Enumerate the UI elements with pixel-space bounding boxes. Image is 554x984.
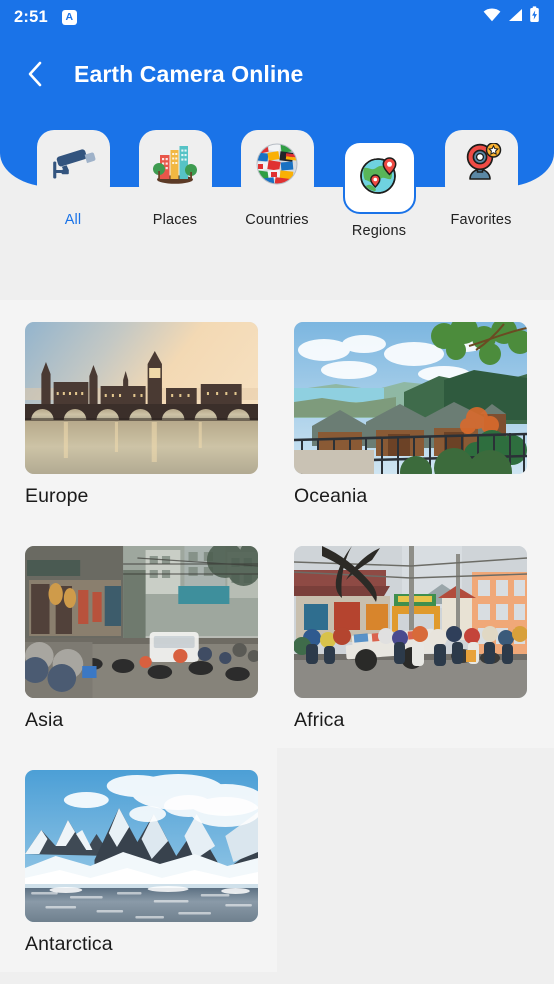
tab-places[interactable]: Places <box>124 130 226 250</box>
tab-regions[interactable]: Regions <box>328 130 430 250</box>
region-label-europe: Europe <box>25 485 89 507</box>
status-time: 2:51 <box>14 7 48 26</box>
cityscape-icon <box>152 143 198 190</box>
tab-favorites-label: Favorites <box>450 212 512 228</box>
region-label-asia: Asia <box>25 709 64 731</box>
app-bar: Earth Camera Online <box>0 44 554 104</box>
region-card-antarctica[interactable]: Antarctica <box>0 748 277 972</box>
webcam-star-icon <box>459 142 503 190</box>
flags-globe-icon <box>256 143 298 190</box>
chevron-left-icon <box>27 61 42 87</box>
wifi-icon <box>483 8 501 27</box>
region-grid: Europe Oceania Asia Africa Antarctica <box>0 300 554 984</box>
tab-all-label: All <box>64 212 82 228</box>
region-card-europe[interactable]: Europe <box>0 300 277 524</box>
tab-countries-card[interactable] <box>240 130 314 203</box>
tab-favorites[interactable]: Favorites <box>430 130 532 250</box>
tab-all-card[interactable] <box>36 130 110 203</box>
region-card-asia[interactable]: Asia <box>0 524 277 748</box>
tab-countries[interactable]: Countries <box>226 130 328 250</box>
tab-regions-label: Regions <box>351 223 407 239</box>
region-grid-empty-slot <box>277 748 554 972</box>
region-image-oceania <box>294 322 527 474</box>
battery-charging-icon <box>529 6 540 28</box>
region-card-oceania[interactable]: Oceania <box>277 300 554 524</box>
region-label-africa: Africa <box>294 709 345 731</box>
tab-regions-card[interactable] <box>342 141 416 214</box>
region-image-africa <box>294 546 527 698</box>
globe-pin-icon <box>358 154 400 201</box>
tab-favorites-card[interactable] <box>444 130 518 203</box>
category-tab-bar: All Places Countries Regions Favorites <box>0 130 554 250</box>
status-icons <box>483 6 540 28</box>
region-image-antarctica <box>25 770 258 922</box>
tab-places-card[interactable] <box>138 130 212 203</box>
status-bar: 2:51 A <box>0 0 554 34</box>
region-image-europe <box>25 322 258 474</box>
cctv-camera-icon <box>50 144 96 189</box>
notification-badge-icon: A <box>61 9 77 25</box>
app-screen: 2:51 A Earth Camera Online All Places Co… <box>0 0 554 984</box>
page-title: Earth Camera Online <box>74 60 304 87</box>
tab-countries-label: Countries <box>245 212 309 228</box>
region-card-africa[interactable]: Africa <box>277 524 554 748</box>
region-image-asia <box>25 546 258 698</box>
region-label-oceania: Oceania <box>294 485 368 507</box>
back-button[interactable] <box>10 50 58 98</box>
region-label-antarctica: Antarctica <box>25 933 113 955</box>
tab-all[interactable]: All <box>22 130 124 250</box>
tab-places-label: Places <box>152 212 198 228</box>
cell-signal-icon <box>507 8 523 27</box>
